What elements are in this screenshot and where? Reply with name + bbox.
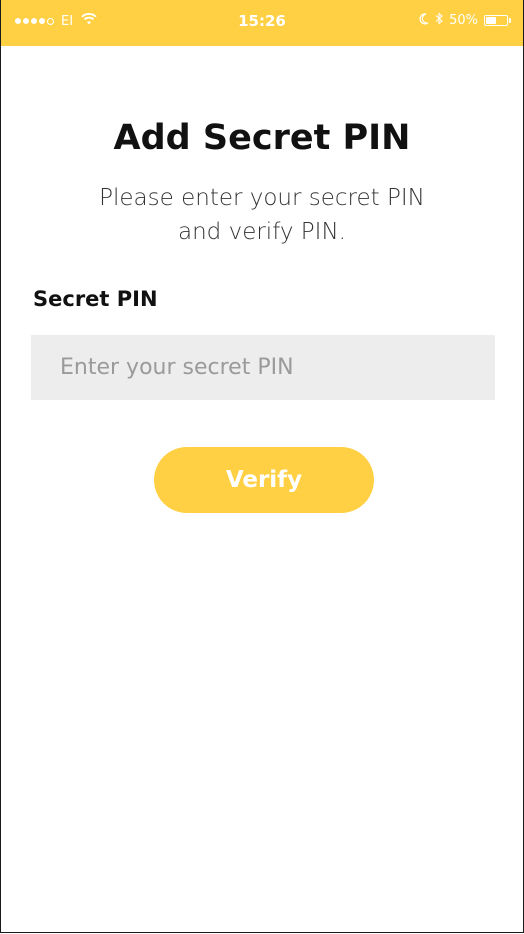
verify-button[interactable]: Verify bbox=[154, 447, 374, 513]
moon-icon bbox=[419, 12, 429, 29]
battery-level-fill bbox=[486, 17, 496, 24]
subtitle-line-2: and verify PIN. bbox=[178, 219, 346, 245]
secret-pin-input[interactable] bbox=[31, 335, 495, 400]
bluetooth-icon bbox=[435, 12, 443, 29]
battery-percent: 50% bbox=[449, 13, 478, 28]
status-bar: EI 15:26 50% bbox=[1, 0, 523, 46]
app-screen: EI 15:26 50% Add Secret PIN Please enter… bbox=[0, 0, 524, 933]
battery-icon bbox=[484, 15, 511, 26]
status-right: 50% bbox=[419, 12, 511, 29]
page-title: Add Secret PIN bbox=[113, 118, 411, 158]
secret-pin-label: Secret PIN bbox=[33, 287, 158, 311]
page-subtitle: Please enter your secret PIN and verify … bbox=[1, 181, 523, 249]
subtitle-line-1: Please enter your secret PIN bbox=[99, 185, 425, 211]
